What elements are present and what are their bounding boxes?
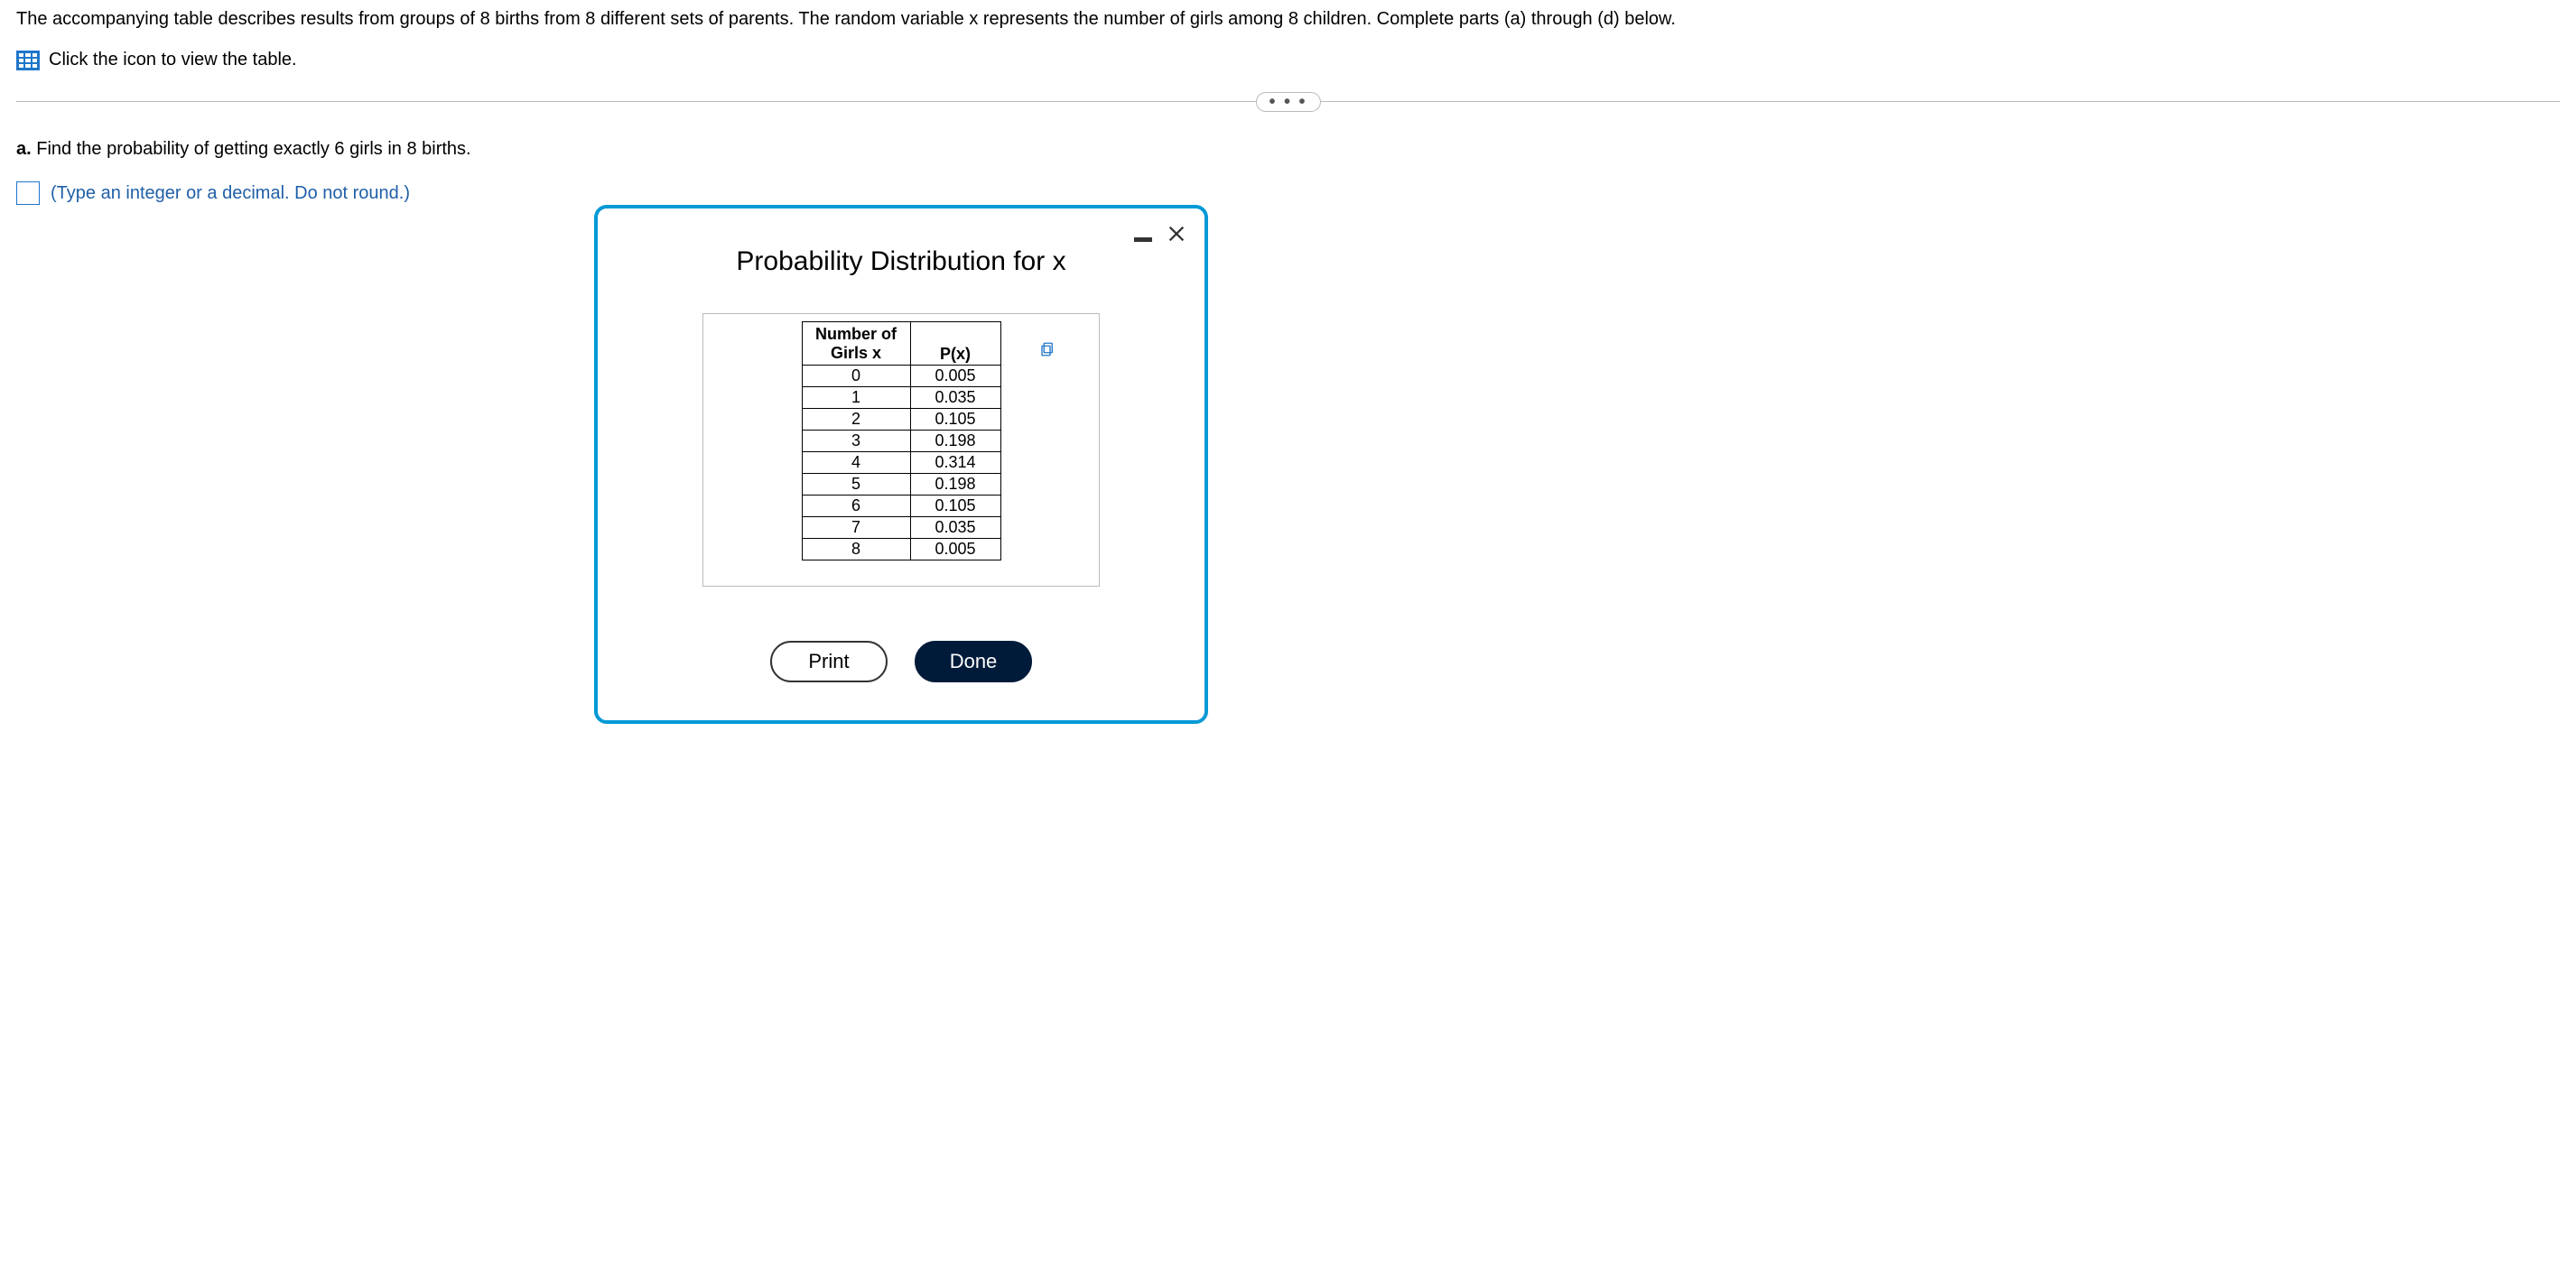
table-row: 40.314 xyxy=(802,452,1000,474)
table-row: 00.005 xyxy=(802,366,1000,387)
dialog-title: Probability Distribution for x xyxy=(636,246,1167,277)
dots-icon: • • • xyxy=(1269,92,1307,113)
view-table-label: Click the icon to view the table. xyxy=(49,50,297,70)
table-row: 10.035 xyxy=(802,387,1000,409)
table-row: 50.198 xyxy=(802,474,1000,496)
part-a-prompt: a. Find the probability of getting exact… xyxy=(16,139,2560,160)
cell-px: 0.198 xyxy=(910,474,1000,496)
header-px: P(x) xyxy=(910,322,1000,366)
table-header-row: Number of Girls x P(x) xyxy=(802,322,1000,366)
header-x: Number of Girls x xyxy=(802,322,910,366)
table-row: 60.105 xyxy=(802,496,1000,517)
header-x-line2: Girls x xyxy=(814,344,899,363)
table-row: 20.105 xyxy=(802,409,1000,431)
answer-instruction: (Type an integer or a decimal. Do not ro… xyxy=(51,183,410,204)
cell-x: 8 xyxy=(802,539,910,560)
cell-x: 1 xyxy=(802,387,910,409)
cell-x: 7 xyxy=(802,517,910,539)
cell-px: 0.005 xyxy=(910,539,1000,560)
question-intro: The accompanying table describes results… xyxy=(16,9,2560,30)
table-row: 80.005 xyxy=(802,539,1000,560)
header-x-line1: Number of xyxy=(814,325,899,344)
cell-px: 0.314 xyxy=(910,452,1000,474)
table-container: Number of Girls x P(x) 00.00510.03520.10… xyxy=(702,313,1100,587)
cell-px: 0.105 xyxy=(910,409,1000,431)
print-button[interactable]: Print xyxy=(770,641,888,682)
cell-x: 4 xyxy=(802,452,910,474)
cell-px: 0.198 xyxy=(910,431,1000,452)
copy-icon[interactable] xyxy=(1039,341,1056,363)
table-row: 30.198 xyxy=(802,431,1000,452)
view-table-link[interactable]: Click the icon to view the table. xyxy=(16,50,2560,70)
table-row: 70.035 xyxy=(802,517,1000,539)
cell-px: 0.035 xyxy=(910,387,1000,409)
expand-pill[interactable]: • • • xyxy=(1255,92,1320,112)
cell-x: 3 xyxy=(802,431,910,452)
cell-x: 5 xyxy=(802,474,910,496)
part-a-label: a. xyxy=(16,139,32,159)
section-divider: • • • xyxy=(16,88,2560,116)
answer-input[interactable] xyxy=(16,181,40,205)
done-button[interactable]: Done xyxy=(915,641,1032,682)
probability-dialog: Probability Distribution for x Number of… xyxy=(594,205,1208,724)
cell-px: 0.035 xyxy=(910,517,1000,539)
probability-table: Number of Girls x P(x) 00.00510.03520.10… xyxy=(802,321,1001,560)
cell-px: 0.105 xyxy=(910,496,1000,517)
part-a-text: Find the probability of getting exactly … xyxy=(32,139,471,159)
cell-x: 2 xyxy=(802,409,910,431)
minimize-icon[interactable] xyxy=(1134,237,1152,242)
cell-px: 0.005 xyxy=(910,366,1000,387)
table-icon xyxy=(16,51,40,70)
cell-x: 6 xyxy=(802,496,910,517)
close-icon[interactable] xyxy=(1167,221,1186,250)
cell-x: 0 xyxy=(802,366,910,387)
